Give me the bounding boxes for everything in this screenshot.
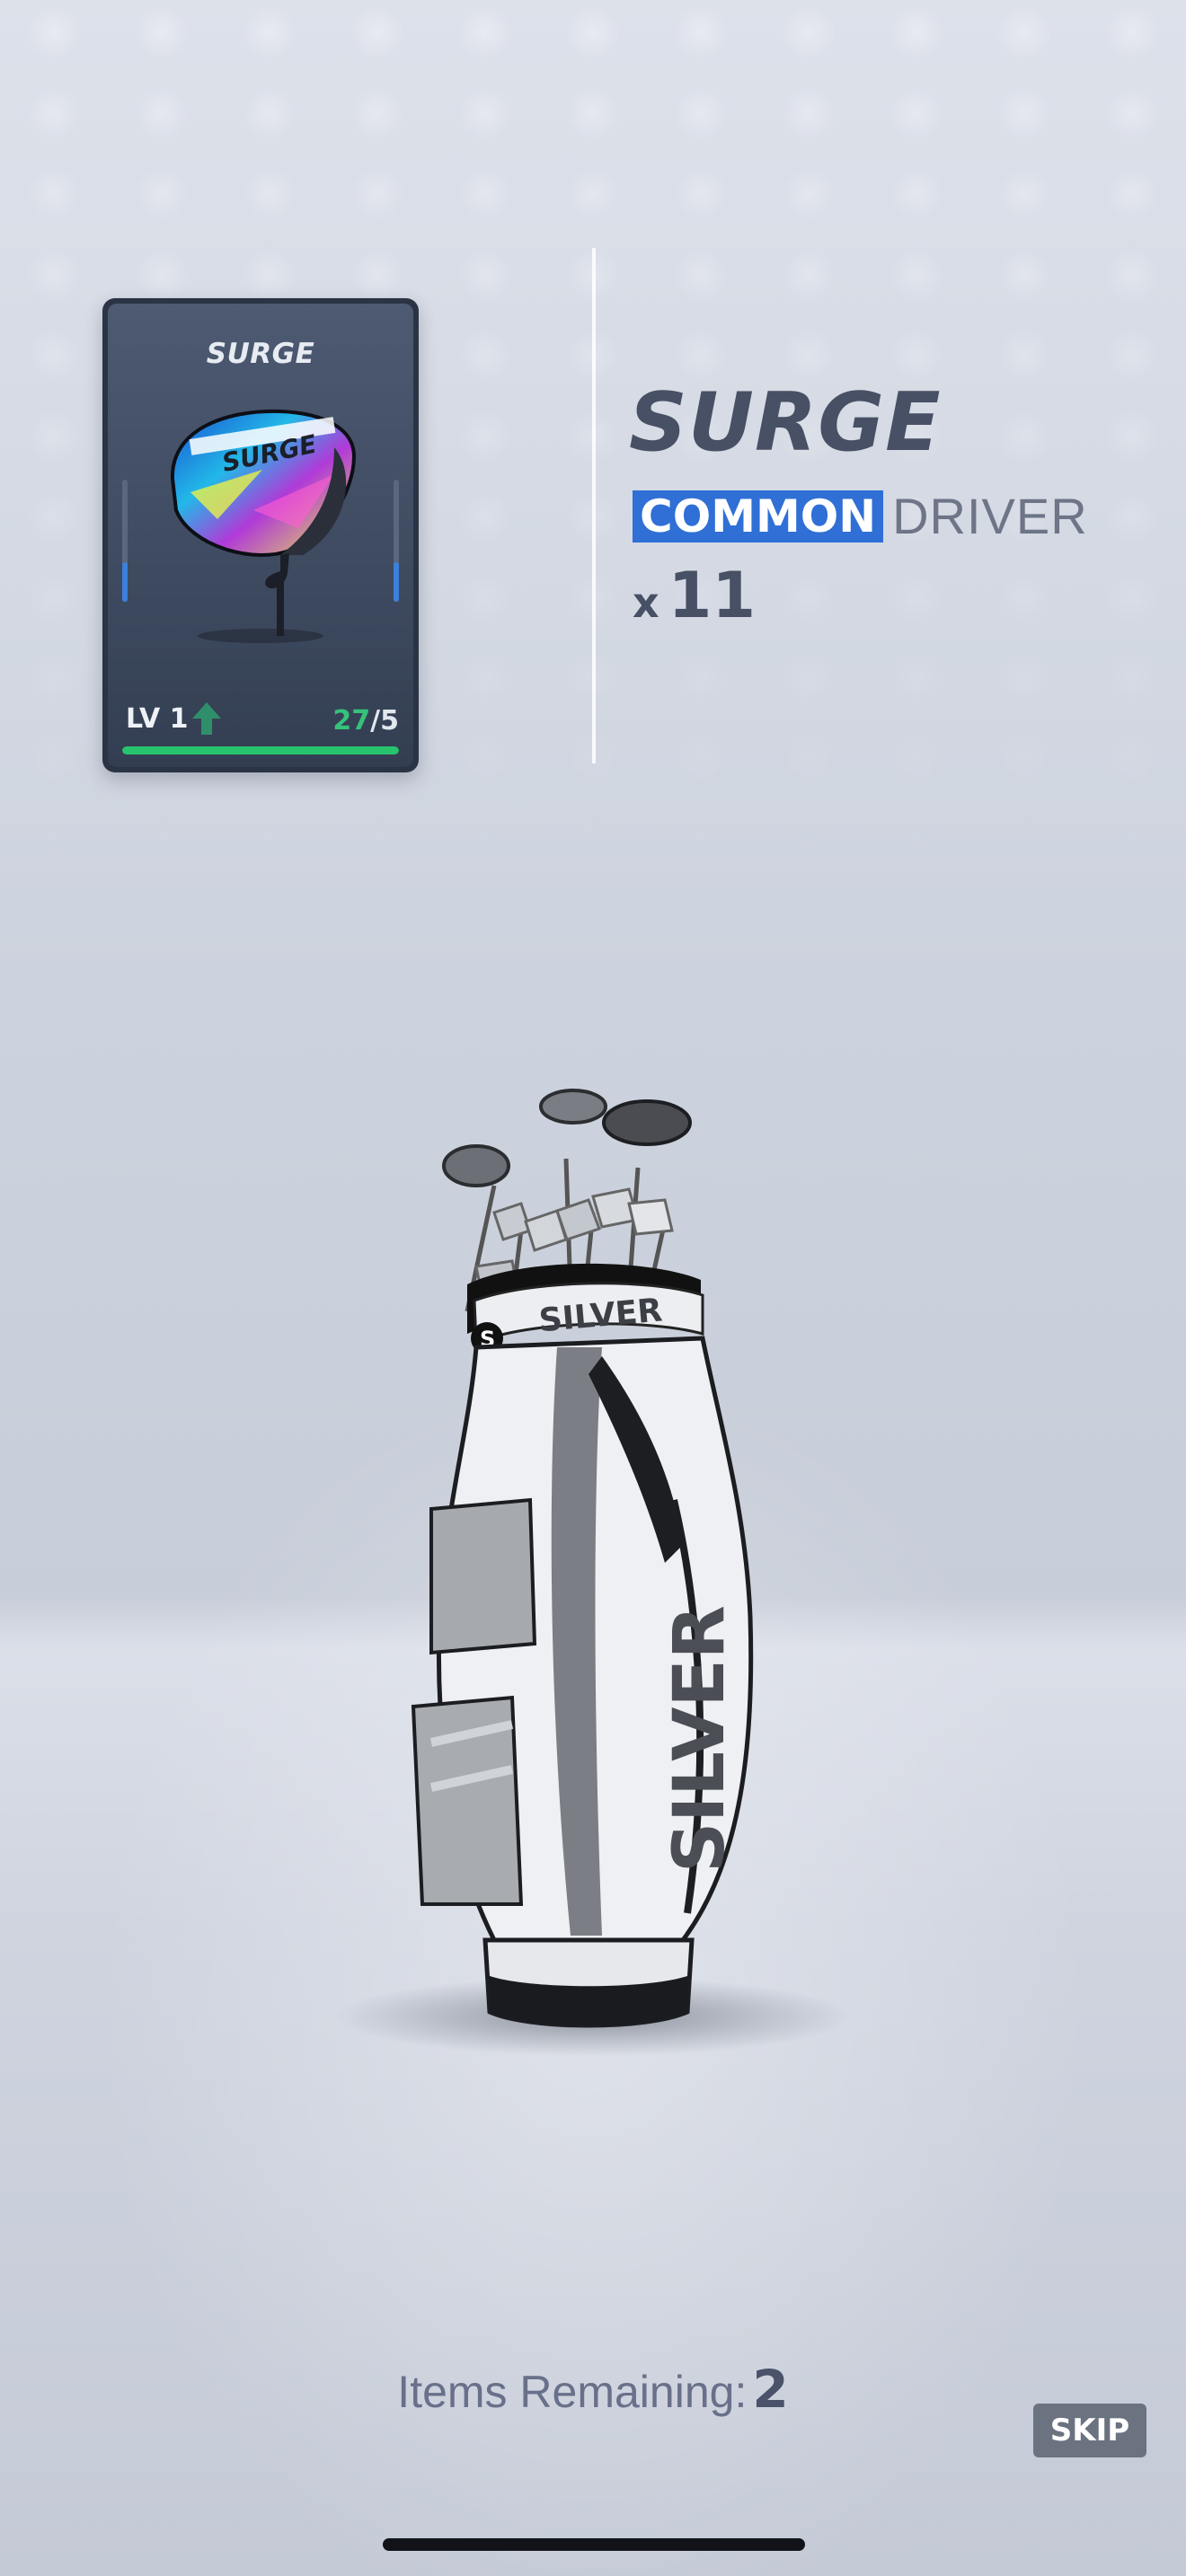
card-count-have: 27 [332,705,371,737]
items-remaining-count: 2 [752,2359,789,2420]
golf-bag-image: SILVER S SILVER [411,1089,754,2028]
home-indicator[interactable] [383,2538,805,2551]
divider [592,248,596,763]
item-card: SURGE SURGE LV 1 27/5 [102,298,419,772]
skip-button[interactable]: SKIP [1033,2404,1146,2457]
quantity-prefix: x [633,578,659,627]
item-card-face: SURGE SURGE LV 1 27/5 [108,304,413,767]
quantity-value: 11 [668,559,757,632]
driver-club-image: SURGE [170,409,357,643]
card-side-meter-left [122,480,128,602]
items-remaining-label: Items Remaining: [397,2367,748,2417]
up-arrow-icon [191,702,221,735]
rarity-badge: COMMON [633,490,884,543]
bag-brand-text: SILVER [659,1605,740,1873]
card-progress-bar [122,746,399,754]
item-quantity: x 11 [633,559,756,632]
rarity-row: COMMON DRIVER [633,487,1088,545]
items-remaining: Items Remaining: 2 [0,2359,1186,2420]
card-count-sep: / [370,705,381,737]
item-name: SURGE [629,375,942,470]
item-type: DRIVER [892,488,1088,544]
card-side-meter-right [394,480,399,602]
card-title: SURGE [206,338,315,370]
card-level: LV 1 [126,701,223,737]
card-level-label: LV 1 [126,702,189,735]
card-count-need: 5 [380,705,399,737]
card-count: 27/5 [332,705,399,737]
card-progress-fill [122,746,399,754]
